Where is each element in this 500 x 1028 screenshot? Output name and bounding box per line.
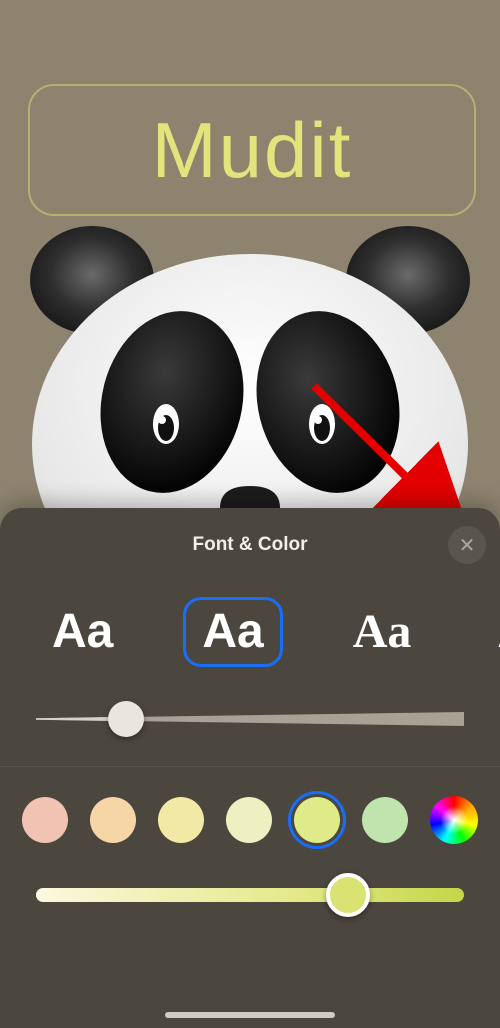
close-icon: ✕ — [459, 533, 476, 558]
shade-slider[interactable] — [36, 880, 464, 910]
font-color-panel: Font & Color ✕ Aa Aa Aa Aa — [0, 508, 500, 1028]
panel-title: Font & Color — [0, 534, 500, 556]
name-input-box[interactable]: Mudit — [28, 84, 476, 216]
color-swatch-peach[interactable] — [22, 797, 68, 843]
color-picker-row[interactable] — [0, 790, 500, 850]
slider-thumb[interactable] — [326, 873, 370, 917]
name-text: Mudit — [152, 105, 353, 196]
color-swatch-pale-yellow[interactable] — [226, 797, 272, 843]
color-swatch-chartreuse[interactable] — [294, 797, 340, 843]
color-swatch-apricot[interactable] — [90, 797, 136, 843]
color-swatch-mint[interactable] — [362, 797, 408, 843]
color-swatch-butter[interactable] — [158, 797, 204, 843]
font-picker-row[interactable]: Aa Aa Aa Aa — [0, 586, 500, 678]
font-option-round[interactable]: Aa — [183, 597, 282, 667]
font-weight-slider[interactable] — [36, 704, 464, 734]
color-wheel-button[interactable] — [430, 796, 478, 844]
font-option-cond[interactable]: Aa — [481, 600, 500, 664]
slider-thumb[interactable] — [108, 701, 144, 737]
close-button[interactable]: ✕ — [448, 526, 486, 564]
font-option-serif[interactable]: Aa — [337, 600, 428, 664]
home-indicator[interactable] — [165, 1012, 335, 1018]
divider — [0, 766, 500, 767]
font-option-sans[interactable]: Aa — [36, 600, 129, 664]
